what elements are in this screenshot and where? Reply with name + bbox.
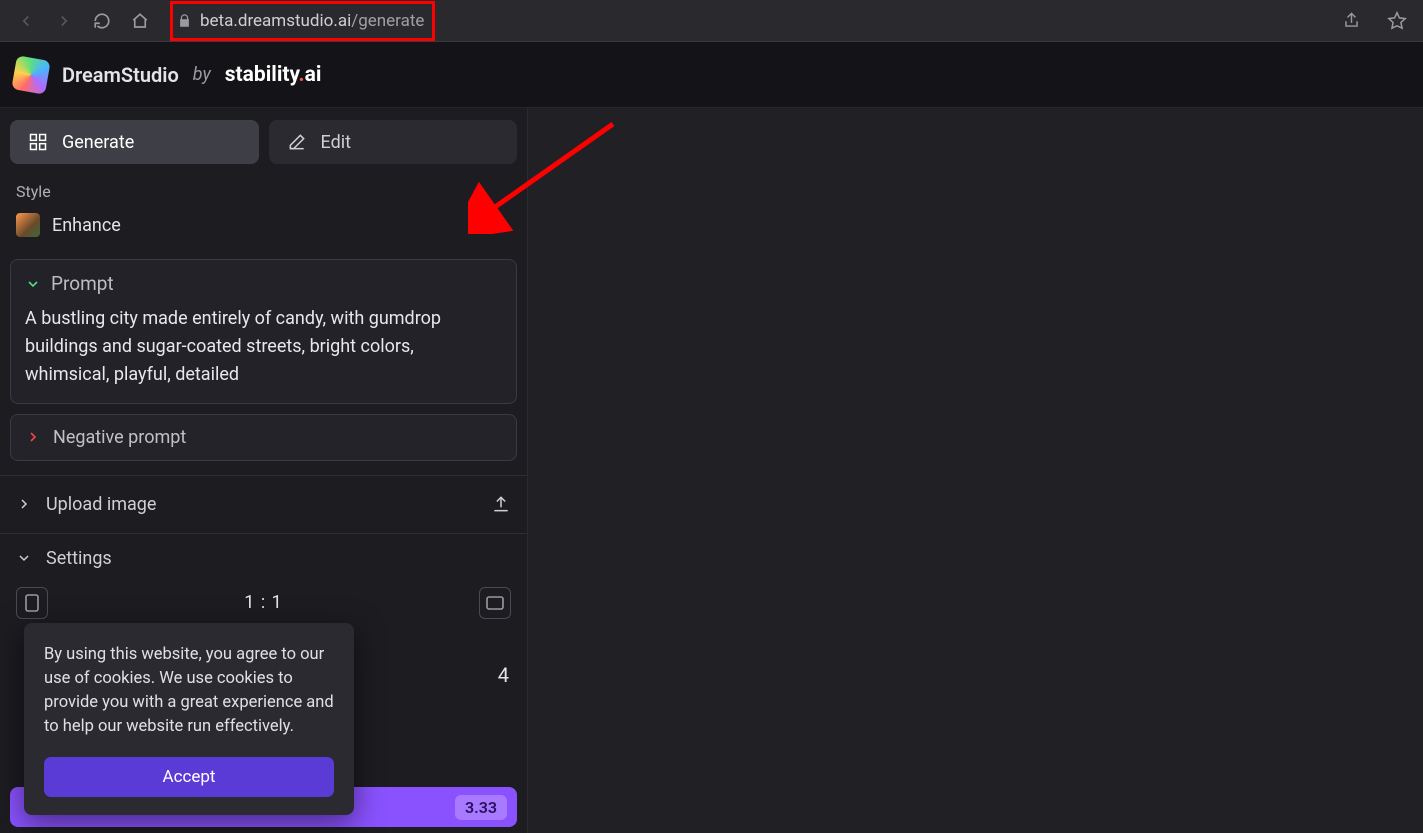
company-name: stability.ai	[225, 63, 322, 87]
style-value: Enhance	[52, 215, 481, 236]
url-highlight-annotation: beta.dreamstudio.ai/generate	[170, 1, 435, 41]
ratio-portrait-button[interactable]	[16, 587, 48, 619]
chevron-right-icon	[16, 496, 32, 512]
style-picker[interactable]: Enhance	[16, 207, 511, 243]
product-name: DreamStudio	[62, 63, 179, 87]
tab-generate[interactable]: Generate	[10, 120, 259, 164]
cookie-text: By using this website, you agree to our …	[44, 643, 334, 739]
ratio-value: 1 : 1	[58, 592, 469, 613]
browser-toolbar: beta.dreamstudio.ai/generate	[0, 0, 1423, 42]
reload-button[interactable]	[86, 5, 118, 37]
accept-button[interactable]: Accept	[44, 757, 334, 797]
chevron-right-icon	[493, 216, 511, 234]
canvas-area	[528, 108, 1423, 833]
upload-icon[interactable]	[491, 494, 511, 514]
tab-edit[interactable]: Edit	[269, 120, 518, 164]
upload-label: Upload image	[46, 494, 477, 515]
forward-button[interactable]	[48, 5, 80, 37]
ratio-landscape-button[interactable]	[479, 587, 511, 619]
dreamstudio-logo-icon	[11, 55, 50, 94]
style-thumbnail-icon	[16, 213, 40, 237]
prompt-header[interactable]: Prompt	[11, 260, 516, 301]
credit-badge: 3.33	[455, 795, 507, 820]
cookie-dialog: By using this website, you agree to our …	[24, 623, 354, 815]
settings-label: Settings	[46, 548, 112, 569]
back-button[interactable]	[10, 5, 42, 37]
url-text: beta.dreamstudio.ai/generate	[200, 11, 424, 31]
star-icon[interactable]	[1381, 5, 1413, 37]
image-count-value: 4	[498, 663, 509, 687]
prompt-panel: Prompt A bustling city made entirely of …	[10, 259, 517, 404]
chevron-down-icon	[25, 276, 41, 292]
tab-label: Generate	[62, 132, 134, 153]
prompt-title: Prompt	[51, 272, 114, 295]
upload-image-row[interactable]: Upload image	[0, 475, 527, 534]
tab-label: Edit	[321, 132, 351, 153]
lock-icon	[177, 13, 192, 28]
settings-toggle[interactable]: Settings	[0, 534, 527, 577]
aspect-ratio-row: 1 : 1	[0, 577, 527, 619]
address-bar[interactable]: beta.dreamstudio.ai/generate	[170, 1, 435, 41]
chevron-right-icon	[25, 429, 41, 445]
prompt-textarea[interactable]: A bustling city made entirely of candy, …	[11, 301, 516, 403]
share-icon[interactable]	[1335, 5, 1367, 37]
workspace: Generate Edit Style Enhance	[0, 108, 1423, 833]
negative-prompt-toggle[interactable]: Negative prompt	[10, 414, 517, 461]
negative-prompt-label: Negative prompt	[53, 427, 186, 448]
home-button[interactable]	[124, 5, 156, 37]
mode-tabs: Generate Edit	[0, 108, 527, 176]
app-header: DreamStudio by stability.ai	[0, 42, 1423, 108]
chevron-down-icon	[16, 550, 32, 566]
pencil-square-icon	[287, 132, 307, 152]
brand-by-label: by	[193, 64, 211, 85]
grid-icon	[28, 132, 48, 152]
style-label: Style	[16, 182, 511, 201]
sidebar: Generate Edit Style Enhance	[0, 108, 528, 833]
